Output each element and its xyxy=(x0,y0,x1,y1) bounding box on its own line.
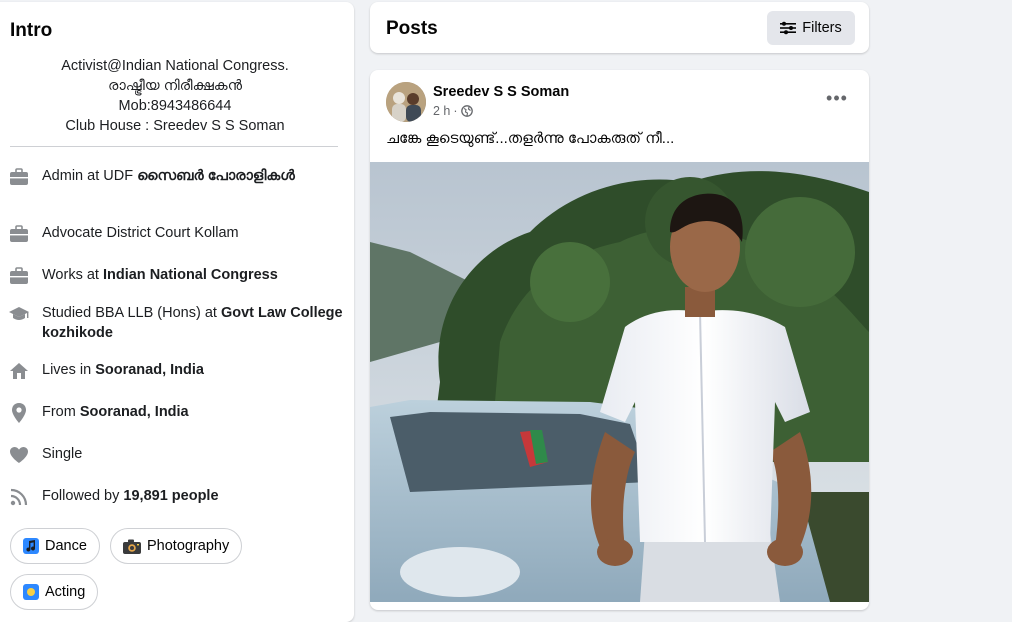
post-photo[interactable] xyxy=(370,162,869,602)
hobby-label: Photography xyxy=(147,538,230,554)
detail-link[interactable]: 19,891 people xyxy=(123,488,218,504)
intro-bio: Activist@Indian National Congress. രാഷ്ട… xyxy=(10,56,340,136)
hobby-chip-photography[interactable]: Photography xyxy=(110,528,243,564)
detail-text: Followed by xyxy=(42,488,124,504)
post-time[interactable]: 2 h xyxy=(433,104,450,118)
ellipsis-icon: ••• xyxy=(826,87,848,108)
detail-link[interactable]: Indian National Congress xyxy=(103,267,278,283)
rss-feed-icon xyxy=(8,486,30,508)
hobby-chip-acting[interactable]: Acting xyxy=(10,574,99,610)
hobby-chip-dance[interactable]: Dance xyxy=(10,528,100,564)
detail-text: Advocate District Court Kollam xyxy=(42,225,239,241)
intro-detail-followers: Followed by 19,891 people xyxy=(8,486,348,508)
detail-link[interactable]: സൈബർ പോരാളികൾ xyxy=(137,168,295,184)
post-caption: ചങ്കേ കൂടെയുണ്ട്...തളർന്നു പോകരുത് നീ... xyxy=(386,130,675,147)
intro-detail-lives: Lives in Sooranad, India xyxy=(8,360,348,382)
bio-line: Club House : Sreedev S S Soman xyxy=(65,118,285,134)
intro-divider xyxy=(10,146,338,147)
camera-icon xyxy=(123,539,141,554)
detail-link[interactable]: Sooranad, India xyxy=(95,362,204,378)
bio-line: രാഷ്ട്രീയ നിരീക്ഷകൻ xyxy=(107,78,243,94)
graduation-cap-icon xyxy=(8,303,30,325)
posts-title: Posts xyxy=(386,18,438,39)
home-icon xyxy=(8,360,30,382)
intro-title: Intro xyxy=(10,20,53,41)
bio-line: Mob:8943486644 xyxy=(118,98,232,114)
intro-detail-relationship: Single xyxy=(8,444,348,466)
location-pin-icon xyxy=(8,402,30,424)
detail-text: Lives in xyxy=(42,362,96,378)
briefcase-icon xyxy=(8,223,30,245)
heart-icon xyxy=(8,444,30,466)
detail-text: Studied BBA LLB (Hons) at xyxy=(42,305,221,321)
photo-scene xyxy=(370,162,869,602)
post-meta: 2 h · xyxy=(433,104,473,118)
intro-detail-education: Studied BBA LLB (Hons) at Govt Law Colle… xyxy=(8,303,348,343)
detail-text: Works at xyxy=(42,267,103,283)
intro-detail-admin: Admin at UDF സൈബർ പോരാളികൾ xyxy=(8,166,348,188)
intro-card: Intro Activist@Indian National Congress.… xyxy=(0,2,354,622)
intro-detail-advocate: Advocate District Court Kollam xyxy=(8,223,348,245)
hobby-label: Dance xyxy=(45,538,87,554)
intro-detail-from: From Sooranad, India xyxy=(8,402,348,424)
briefcase-icon xyxy=(8,166,30,188)
music-note-icon xyxy=(23,538,39,554)
posts-header-card: Posts Filters xyxy=(370,2,869,53)
hobby-label: Acting xyxy=(45,584,86,600)
globe-icon xyxy=(460,105,473,117)
detail-text: From xyxy=(42,404,80,420)
filter-sliders-icon xyxy=(780,21,797,35)
theater-masks-icon xyxy=(23,584,39,600)
post-card: Sreedev S S Soman 2 h · ••• ചങ്കേ കൂടെയു… xyxy=(370,70,869,610)
detail-link[interactable]: Sooranad, India xyxy=(80,404,189,420)
avatar[interactable] xyxy=(386,82,426,122)
bio-line: Activist@Indian National Congress. xyxy=(61,58,289,74)
post-author[interactable]: Sreedev S S Soman xyxy=(433,84,569,100)
filters-label: Filters xyxy=(802,20,842,36)
intro-detail-works: Works at Indian National Congress xyxy=(8,265,348,287)
more-options-button[interactable]: ••• xyxy=(819,84,855,112)
detail-text: Single xyxy=(42,446,83,462)
filters-button[interactable]: Filters xyxy=(767,11,855,45)
detail-text: Admin at UDF xyxy=(42,168,138,184)
briefcase-icon xyxy=(8,265,30,287)
